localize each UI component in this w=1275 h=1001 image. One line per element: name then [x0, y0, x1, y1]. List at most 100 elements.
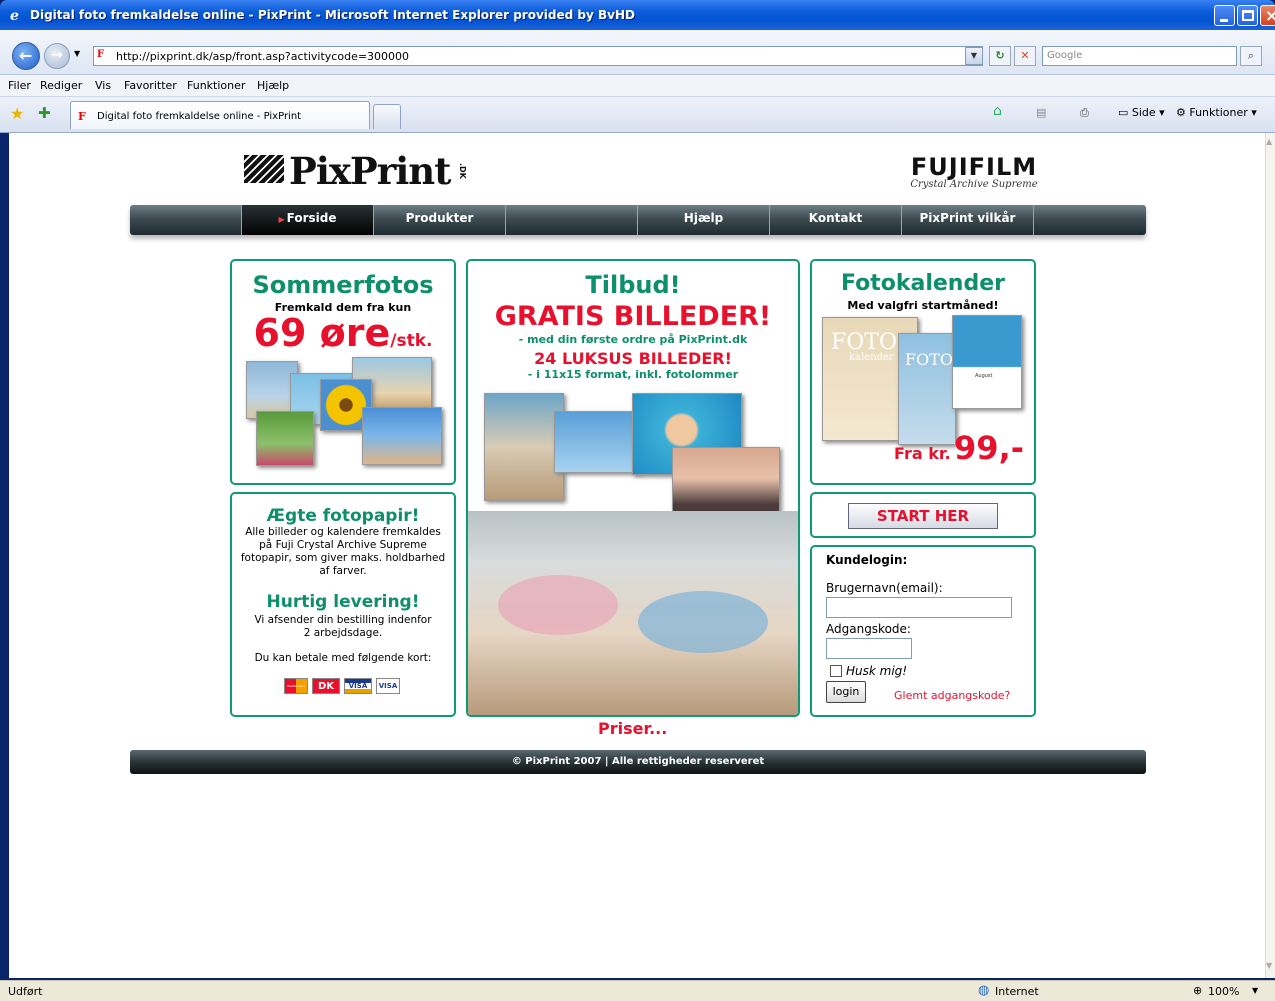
zoom-level[interactable]: 100%: [1208, 985, 1239, 998]
favorites-star-icon[interactable]: ★: [10, 104, 24, 123]
tab-active[interactable]: F Digital foto fremkaldelse online - Pix…: [70, 101, 370, 129]
calendar-price-prefix: Fra kr.: [894, 444, 951, 463]
footer-text: © PixPrint 2007 | Alle rettigheder reser…: [511, 756, 765, 767]
search-icon[interactable]: ⌕: [1240, 46, 1262, 66]
main-nav: Forside Produkter Hjælp Kontakt PixPrint…: [130, 205, 1146, 235]
fujifilm-logo: FUJIFILM Crystal Archive Supreme: [909, 155, 1039, 193]
remember-checkbox[interactable]: [830, 665, 842, 677]
summer-photos-box[interactable]: Sommerfotos Fremkald dem fra kun 69 øre/…: [230, 259, 456, 485]
summer-title: Sommerfotos: [252, 271, 434, 299]
status-text: Udført: [8, 985, 43, 998]
nav-vilkaar-label: PixPrint vilkår: [919, 211, 1016, 225]
offer-headline2: 24 LUKSUS BILLEDER!: [534, 349, 732, 368]
maximize-button[interactable]: [1237, 5, 1258, 26]
photo-girl-grass: [256, 411, 314, 466]
search-input[interactable]: Google: [1042, 46, 1237, 66]
close-button[interactable]: ×: [1260, 5, 1275, 26]
offer-headline: GRATIS BILLEDER!: [494, 301, 772, 332]
window-title: Digital foto fremkaldelse online - PixPr…: [30, 8, 635, 22]
calendar-thumb-3-month: August: [975, 373, 993, 379]
print-icon[interactable]: ⎙: [1080, 106, 1089, 120]
url-text[interactable]: http://pixprint.dk/asp/front.asp?activit…: [116, 50, 409, 63]
brand-name: FUJIFILM: [910, 153, 1038, 181]
menu-edit[interactable]: Rediger: [40, 79, 82, 92]
hero-photo-girls-beach: [468, 511, 798, 715]
nav-vilkaar[interactable]: PixPrint vilkår: [901, 205, 1033, 235]
mastercard-icon: MasterCard: [284, 678, 308, 694]
forward-button[interactable]: →: [44, 43, 70, 69]
paper-box: Ægte fotopapir! Alle billeder og kalende…: [230, 492, 456, 717]
home-icon[interactable]: ⌂: [993, 103, 1002, 119]
scroll-down-icon[interactable]: ▼: [1266, 961, 1275, 973]
minimize-button[interactable]: [1214, 5, 1235, 26]
pixprint-logo[interactable]: PixPrint .DK: [244, 149, 484, 193]
offer-box[interactable]: Tilbud! GRATIS BILLEDER! - med din først…: [466, 259, 800, 717]
calendar-subtitle: Med valgfri startmåned!: [847, 299, 999, 312]
nav-hjaelp-label: Hjælp: [683, 211, 724, 225]
stop-button[interactable]: ✕: [1014, 46, 1036, 66]
start-box: START HER: [810, 492, 1036, 538]
footer-bar: © PixPrint 2007 | Alle rettigheder reser…: [130, 750, 1146, 774]
calendar-thumb-1-subtitle: kalender: [849, 352, 894, 363]
address-toolbar: ← → ▼ F http://pixprint.dk/asp/front.asp…: [0, 30, 1275, 75]
offer-title: Tilbud!: [585, 271, 681, 299]
menu-favorites[interactable]: Favoritter: [124, 79, 177, 92]
page-content: PixPrint .DK FUJIFILM Crystal Archive Su…: [9, 133, 1265, 978]
prices-link[interactable]: Priser...: [598, 719, 667, 738]
hero-figure-1: [498, 575, 618, 635]
site-favicon-icon: F: [97, 49, 111, 63]
remember-label: Husk mig!: [846, 664, 908, 678]
zoom-dropdown-icon[interactable]: ▼: [1252, 986, 1258, 995]
address-dropdown-icon[interactable]: ▼: [965, 47, 983, 65]
ie-logo-icon: e: [10, 8, 19, 23]
logo-mark-icon: [244, 155, 284, 183]
password-label: Adgangskode:: [826, 622, 911, 636]
visa-electron-icon: VISA: [376, 678, 400, 694]
refresh-button[interactable]: ↻: [989, 46, 1011, 66]
calendar-box[interactable]: Fotokalender Med valgfri startmåned! FOT…: [810, 259, 1036, 485]
delivery-title: Hurtig levering!: [266, 592, 420, 612]
calendar-thumb-3: August: [952, 315, 1022, 409]
login-button[interactable]: login: [826, 681, 866, 703]
svg-text:e: e: [10, 8, 19, 23]
nav-kontakt[interactable]: Kontakt: [769, 205, 901, 235]
nav-kontakt-label: Kontakt: [808, 211, 863, 225]
photo-boy-sea: [362, 407, 442, 465]
tools-menu[interactable]: ⚙ Funktioner ▾: [1176, 106, 1257, 119]
page-menu-label: Side: [1131, 106, 1156, 119]
scroll-up-icon[interactable]: ▲: [1266, 137, 1275, 149]
add-favorite-icon[interactable]: ✚: [38, 104, 51, 122]
brand-subtitle: Crystal Archive Supreme: [910, 179, 1038, 190]
vertical-scrollbar[interactable]: ▲ ▼: [1265, 133, 1275, 978]
tab-favicon-icon: F: [78, 110, 86, 123]
menu-help[interactable]: Hjælp: [257, 79, 289, 92]
forgot-password-link[interactable]: Glemt adgangskode?: [894, 689, 1010, 702]
zone-label: Internet: [995, 985, 1039, 998]
back-button[interactable]: ←: [12, 42, 40, 70]
nav-hjaelp[interactable]: Hjælp: [637, 205, 769, 235]
tab-bar: ★ ✚ F Digital foto fremkaldelse online -…: [0, 97, 1275, 133]
offer-subtitle: - med din første ordre på PixPrint.dk: [518, 333, 748, 346]
paper-text: Alle billeder og kalendere fremkaldes på…: [240, 526, 446, 577]
nav-forside[interactable]: Forside: [241, 205, 373, 235]
nav-produkter-label: Produkter: [405, 211, 474, 225]
address-bar[interactable]: F http://pixprint.dk/asp/front.asp?activ…: [93, 46, 983, 66]
logo-text: PixPrint: [289, 149, 451, 193]
menu-file[interactable]: Filer: [8, 79, 31, 92]
summer-price-row: 69 øre/stk.: [232, 311, 454, 355]
nav-produkter[interactable]: Produkter: [373, 205, 505, 235]
history-dropdown-icon[interactable]: ▼: [74, 49, 80, 58]
nav-empty: [505, 205, 637, 235]
menu-view[interactable]: Vis: [95, 79, 111, 92]
zoom-icon[interactable]: ⊕: [1193, 984, 1202, 997]
calendar-price-row: Fra kr. 99,-: [812, 429, 1024, 467]
password-input[interactable]: [826, 638, 912, 659]
login-box: Kundelogin: Brugernavn(email): Adgangsko…: [810, 545, 1036, 717]
page-menu[interactable]: ▭ Side ▾: [1118, 106, 1165, 119]
username-input[interactable]: [826, 597, 1012, 618]
start-here-button[interactable]: START HER: [848, 503, 998, 529]
feeds-icon[interactable]: ▤: [1036, 106, 1046, 119]
delivery-text: Vi afsender din bestilling indenfor 2 ar…: [254, 614, 432, 639]
new-tab-button[interactable]: [373, 104, 401, 129]
menu-tools[interactable]: Funktioner: [187, 79, 245, 92]
